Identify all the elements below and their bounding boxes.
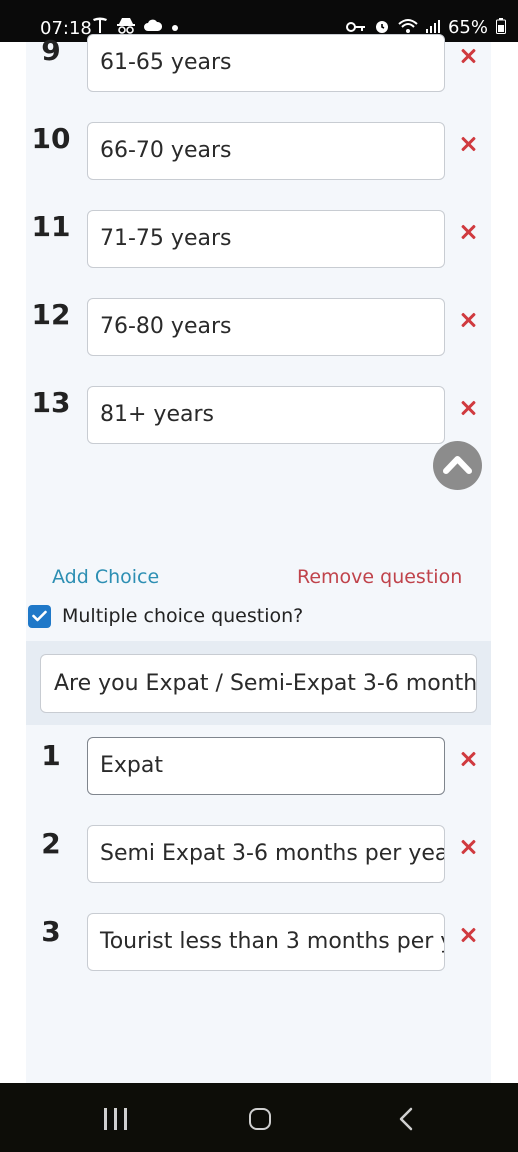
choice-input[interactable]: Expat bbox=[87, 737, 445, 795]
choice-row: 2 Semi Expat 3-6 months per year bbox=[26, 825, 491, 887]
choice-number: 1 bbox=[41, 739, 61, 772]
back-button[interactable] bbox=[398, 1107, 414, 1131]
multiple-choice-checkbox[interactable] bbox=[28, 605, 51, 628]
checkmark-icon bbox=[32, 610, 47, 622]
remove-choice-icon[interactable] bbox=[461, 928, 475, 942]
choice-row: 9 61-65 years bbox=[26, 34, 491, 96]
choice-input[interactable]: 71-75 years bbox=[87, 210, 445, 268]
choice-number: 10 bbox=[31, 122, 71, 155]
choice-input[interactable]: 61-65 years bbox=[87, 34, 445, 92]
choice-input[interactable]: 66-70 years bbox=[87, 122, 445, 180]
system-navigation-bar bbox=[0, 1083, 518, 1152]
chevron-up-icon bbox=[443, 456, 472, 474]
choice-number: 13 bbox=[31, 386, 71, 419]
multiple-choice-label: Multiple choice question? bbox=[62, 605, 304, 627]
remove-choice-icon[interactable] bbox=[461, 840, 475, 854]
choice-row: 11 71-75 years bbox=[26, 210, 491, 272]
scroll-to-top-button[interactable] bbox=[433, 441, 482, 490]
remove-choice-icon[interactable] bbox=[461, 225, 475, 239]
choice-number: 12 bbox=[31, 298, 71, 331]
choice-number: 9 bbox=[41, 34, 61, 67]
choice-input[interactable]: 76-80 years bbox=[87, 298, 445, 356]
choice-row: 1 Expat bbox=[26, 737, 491, 799]
choice-row: 3 Tourist less than 3 months per year bbox=[26, 913, 491, 975]
add-choice-link[interactable]: Add Choice bbox=[52, 566, 159, 588]
recent-apps-button[interactable] bbox=[104, 1108, 128, 1130]
choice-row: 12 76-80 years bbox=[26, 298, 491, 360]
choice-input[interactable]: Semi Expat 3-6 months per year bbox=[87, 825, 445, 883]
choice-number: 11 bbox=[31, 210, 71, 243]
battery-icon bbox=[496, 18, 506, 37]
choice-number: 2 bbox=[41, 827, 61, 860]
remove-choice-icon[interactable] bbox=[461, 401, 475, 415]
choice-input[interactable]: Tourist less than 3 months per year bbox=[87, 913, 445, 971]
remove-choice-icon[interactable] bbox=[461, 313, 475, 327]
choice-row: 13 81+ years bbox=[26, 386, 491, 448]
dot-icon bbox=[170, 19, 180, 35]
remove-choice-icon[interactable] bbox=[461, 137, 475, 151]
cloud-icon bbox=[144, 18, 163, 35]
choice-row: 10 66-70 years bbox=[26, 122, 491, 184]
remove-choice-icon[interactable] bbox=[461, 752, 475, 766]
home-button[interactable] bbox=[249, 1108, 271, 1130]
remove-choice-icon[interactable] bbox=[461, 49, 475, 63]
question-title-input[interactable]: Are you Expat / Semi-Expat 3-6 months pe… bbox=[40, 654, 477, 713]
choice-number: 3 bbox=[41, 915, 61, 948]
choice-input[interactable]: 81+ years bbox=[87, 386, 445, 444]
remove-question-link[interactable]: Remove question bbox=[297, 566, 462, 588]
